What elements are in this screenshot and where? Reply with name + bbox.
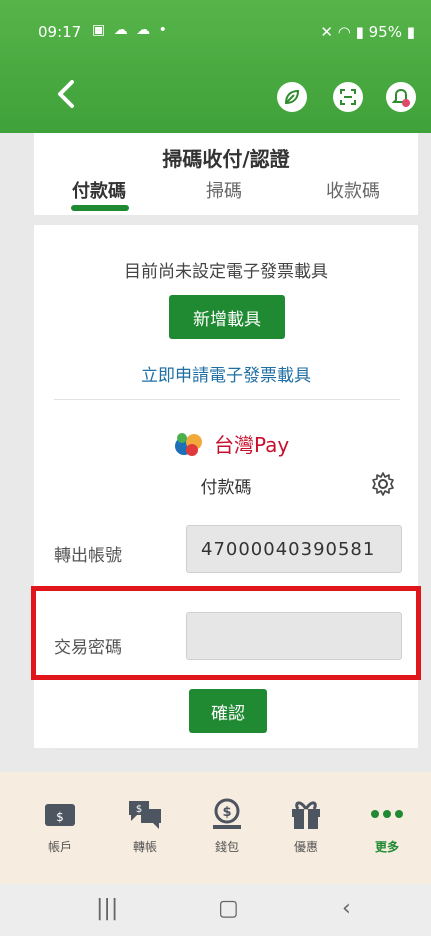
status-bar: 09:17 ▣ ☁ ☁ • ✕ ◠ ▮ 95% ▮ xyxy=(0,0,431,64)
nav-label: 更多 xyxy=(374,840,399,854)
settings-button[interactable] xyxy=(370,471,396,497)
chevron-left-icon xyxy=(58,80,74,108)
taiwan-pay-logo: 台灣Pay xyxy=(172,427,289,459)
app-header: 09:17 ▣ ☁ ☁ • ✕ ◠ ▮ 95% ▮ xyxy=(0,0,431,133)
gift-icon xyxy=(292,801,320,829)
taiwan-pay-text: 台灣Pay xyxy=(214,432,290,457)
notification-icons: ▣ ☁ ☁ • xyxy=(92,22,169,38)
gallery-icon: ▣ xyxy=(92,22,108,38)
highlight-box xyxy=(31,586,421,680)
transfer-icon: $ xyxy=(129,801,161,829)
tab-scan[interactable]: 掃碼 xyxy=(206,177,242,203)
status-time: 09:17 xyxy=(38,23,82,41)
more-icon xyxy=(371,810,403,818)
taiwan-pay-icon xyxy=(175,433,202,456)
svg-text:$: $ xyxy=(136,804,142,815)
battery-icon: ▮ xyxy=(406,23,415,41)
cloud-icon: ☁ xyxy=(113,22,130,38)
leaf-button[interactable] xyxy=(277,82,307,112)
payment-code-label: 付款碼 xyxy=(200,478,252,498)
nav-label: 帳戶 xyxy=(47,840,72,854)
back-nav-icon[interactable]: ‹ xyxy=(342,896,351,921)
nav-label: 優惠 xyxy=(293,840,318,854)
scan-pay-card-header: 掃碼收付/認證 付款碼 掃碼 收款碼 xyxy=(34,133,418,215)
nav-item-account[interactable]: $ 帳戶 xyxy=(30,796,90,855)
svg-text:$: $ xyxy=(222,805,231,820)
leaf-icon xyxy=(284,89,300,105)
nav-item-wallet[interactable]: $ 錢包 xyxy=(197,796,257,855)
active-tab-indicator xyxy=(71,205,129,211)
divider xyxy=(54,749,400,750)
divider xyxy=(54,399,400,400)
page-title: 掃碼收付/認證 xyxy=(162,147,290,171)
svg-text:$: $ xyxy=(56,810,64,824)
notification-icon xyxy=(391,88,411,107)
nav-label: 轉帳 xyxy=(132,840,157,854)
gear-icon xyxy=(372,472,394,496)
coin-icon: $ xyxy=(213,798,241,829)
invoice-carrier-notice: 目前尚未設定電子發票載具 xyxy=(124,262,328,282)
tab-receive-code[interactable]: 收款碼 xyxy=(326,177,380,203)
system-nav-bar: ||| ▢ ‹ xyxy=(0,884,431,936)
account-select[interactable]: 47000040390581 xyxy=(186,525,402,573)
back-button[interactable] xyxy=(52,76,82,112)
wifi-icon: ◠ xyxy=(337,23,351,41)
recent-apps-icon[interactable]: ||| xyxy=(96,896,118,921)
apply-carrier-link[interactable]: 立即申請電子發票載具 xyxy=(34,361,418,386)
nav-item-offers[interactable]: 優惠 xyxy=(276,796,336,855)
notification-button[interactable] xyxy=(386,82,416,112)
account-label: 轉出帳號 xyxy=(54,546,122,566)
dot-icon: • xyxy=(158,22,169,38)
battery-level: 95% xyxy=(368,23,402,41)
scan-icon xyxy=(340,89,356,105)
cloud-icon: ☁ xyxy=(136,22,153,38)
status-right: ✕ ◠ ▮ 95% ▮ xyxy=(320,23,415,41)
mute-icon: ✕ xyxy=(320,23,333,41)
home-icon[interactable]: ▢ xyxy=(218,896,239,921)
nav-label: 錢包 xyxy=(214,840,239,854)
confirm-button[interactable]: 確認 xyxy=(189,689,267,733)
tab-payment-code[interactable]: 付款碼 xyxy=(72,177,126,203)
nav-item-more[interactable]: 更多 xyxy=(357,796,417,855)
bottom-nav: $ 帳戶 $ 轉帳 $ 錢包 優惠 更多 xyxy=(0,772,431,884)
add-carrier-button[interactable]: 新增載具 xyxy=(169,295,285,339)
wallet-icon: $ xyxy=(45,804,75,826)
nav-item-transfer[interactable]: $ 轉帳 xyxy=(115,796,175,855)
signal-icon: ▮ xyxy=(355,23,364,41)
scan-button[interactable] xyxy=(333,82,363,112)
